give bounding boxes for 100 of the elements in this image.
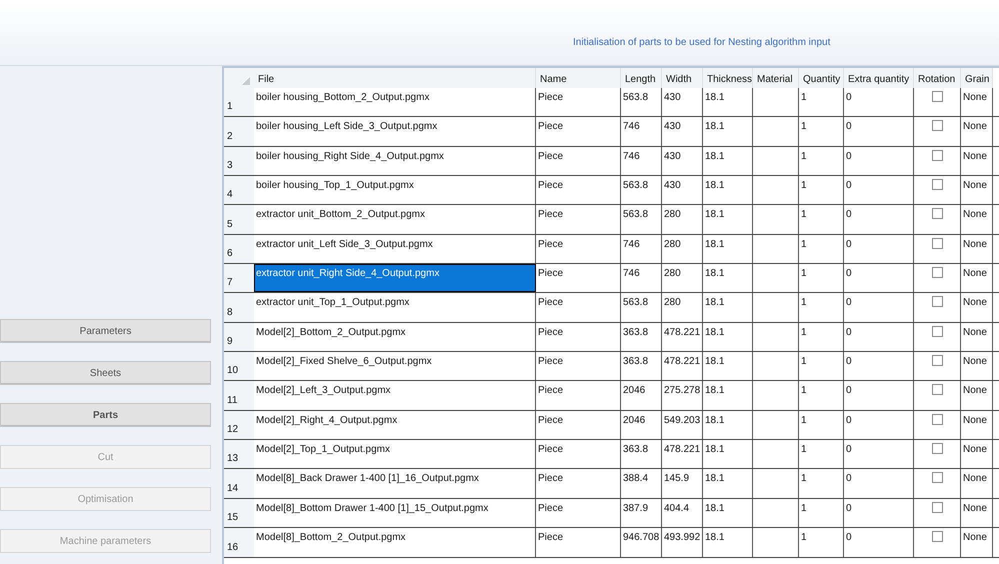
nav-button[interactable]: Sheets bbox=[0, 361, 211, 385]
table-cell: 1 bbox=[799, 498, 844, 528]
table-cell: 18.1 bbox=[703, 176, 753, 204]
table-cell: 280 bbox=[662, 234, 703, 264]
checkbox[interactable] bbox=[932, 267, 942, 278]
table-cell: 1 bbox=[799, 88, 844, 116]
table-cell: None bbox=[961, 322, 993, 352]
checkbox[interactable] bbox=[932, 326, 942, 337]
checkbox[interactable] bbox=[932, 355, 942, 366]
table-cell: boiler housing_Right Side_4_Output.pgmx bbox=[254, 146, 536, 176]
checkbox[interactable] bbox=[932, 384, 942, 396]
checkbox[interactable] bbox=[932, 502, 942, 513]
table-cell: None bbox=[961, 146, 993, 176]
row-number: 14 bbox=[227, 482, 238, 496]
table-cell: Model[2]_Top_1_Output.pgmx bbox=[254, 440, 536, 468]
checkbox[interactable] bbox=[932, 179, 942, 190]
table-cell: 0 bbox=[844, 498, 914, 528]
row-number: 13 bbox=[227, 452, 238, 466]
table-cell: boiler housing_Left Side_3_Output.pgmx bbox=[254, 117, 536, 146]
table-cell: extractor unit_Top_1_Output.pgmx bbox=[254, 293, 536, 322]
table-cell: 275.278 bbox=[662, 381, 703, 410]
table-cell: 563.8 bbox=[621, 293, 662, 322]
table-cell: 18.1 bbox=[703, 381, 753, 410]
row-number: 9 bbox=[227, 335, 233, 350]
column-header[interactable]: Extra quantity bbox=[844, 68, 914, 88]
table-cell: 2046 bbox=[621, 410, 662, 440]
table-cell: Piece bbox=[536, 498, 621, 528]
row-number: 3 bbox=[227, 159, 233, 174]
table-cell: Piece bbox=[536, 352, 621, 380]
table-cell: 1 bbox=[799, 528, 844, 556]
table-cell: 746 bbox=[621, 117, 662, 146]
column-header[interactable]: Name bbox=[536, 68, 621, 88]
checkbox[interactable] bbox=[932, 120, 942, 132]
table-cell: 1 bbox=[799, 469, 844, 498]
row-number: 6 bbox=[227, 247, 233, 262]
table-cell: 946.708 bbox=[621, 528, 662, 556]
table-cell: None bbox=[961, 528, 993, 556]
table-cell: Piece bbox=[536, 322, 621, 352]
column-header[interactable]: Quantity bbox=[799, 68, 844, 88]
table-cell: boiler housing_Bottom_2_Output.pgmx bbox=[254, 88, 536, 116]
table-cell: 18.1 bbox=[703, 88, 753, 116]
table-cell: 478.221 bbox=[662, 322, 703, 352]
table-cell: 1 bbox=[799, 176, 844, 204]
table-cell: Model[2]_Fixed Shelve_6_Output.pgmx bbox=[254, 352, 536, 380]
table-cell: 0 bbox=[844, 88, 914, 116]
checkbox[interactable] bbox=[932, 472, 942, 484]
table-cell: 1 bbox=[799, 440, 844, 468]
column-header[interactable]: Thickness bbox=[703, 68, 753, 88]
checkbox[interactable] bbox=[932, 238, 942, 249]
table-cell: Piece bbox=[536, 440, 621, 468]
table-cell: 1 bbox=[799, 264, 844, 292]
table-cell: Model[2]_Right_4_Output.pgmx bbox=[254, 410, 536, 440]
checkbox[interactable] bbox=[932, 150, 942, 161]
nav-button[interactable]: Parts bbox=[0, 403, 211, 427]
checkbox[interactable] bbox=[932, 296, 942, 308]
column-header[interactable]: Rotation bbox=[914, 68, 961, 88]
table-cell: None bbox=[961, 264, 993, 292]
table-cell: 280 bbox=[662, 205, 703, 234]
table-cell: 18.1 bbox=[703, 293, 753, 322]
table-cell: Piece bbox=[536, 117, 621, 146]
checkbox[interactable] bbox=[932, 91, 942, 102]
table-cell: 0 bbox=[844, 176, 914, 204]
table-cell: 280 bbox=[662, 264, 703, 292]
table-cell: None bbox=[961, 293, 993, 322]
table-cell: 18.1 bbox=[703, 117, 753, 146]
table-cell: 430 bbox=[662, 176, 703, 204]
checkbox[interactable] bbox=[932, 531, 942, 542]
table-cell: 478.221 bbox=[662, 440, 703, 468]
column-header[interactable]: Material bbox=[753, 68, 799, 88]
table-cell: Piece bbox=[536, 146, 621, 176]
table-cell: 0 bbox=[844, 205, 914, 234]
table-cell: Model[8]_Back Drawer 1-400 [1]_16_Output.pgmx bbox=[254, 469, 536, 498]
column-header[interactable]: File bbox=[254, 68, 536, 88]
table-cell: 493.992 bbox=[662, 528, 703, 556]
nav-button[interactable]: Parameters bbox=[0, 319, 211, 343]
table-cell: Piece bbox=[536, 528, 621, 556]
table-cell: 2046 bbox=[621, 381, 662, 410]
table-cell: None bbox=[961, 469, 993, 498]
checkbox[interactable] bbox=[932, 414, 942, 425]
table-cell: 563.8 bbox=[621, 176, 662, 204]
column-header[interactable]: Grain bbox=[961, 68, 993, 88]
table-cell: 746 bbox=[621, 234, 662, 264]
table-cell: Piece bbox=[536, 176, 621, 204]
column-header[interactable]: Length bbox=[621, 68, 662, 88]
row-number: 16 bbox=[227, 540, 238, 554]
table-cell: 18.1 bbox=[703, 234, 753, 264]
column-header[interactable]: Width bbox=[662, 68, 703, 88]
table-cell: 280 bbox=[662, 293, 703, 322]
table-cell: 18.1 bbox=[703, 322, 753, 352]
table-cell: None bbox=[961, 352, 993, 380]
row-number: 1 bbox=[227, 100, 233, 114]
row-number: 12 bbox=[227, 423, 238, 438]
table-cell: 430 bbox=[662, 88, 703, 116]
row-number: 11 bbox=[227, 394, 238, 408]
table-cell: Piece bbox=[536, 293, 621, 322]
checkbox[interactable] bbox=[932, 443, 942, 454]
table-cell: 430 bbox=[662, 146, 703, 176]
checkbox[interactable] bbox=[932, 208, 942, 220]
table-cell: Piece bbox=[536, 234, 621, 264]
table-cell: 1 bbox=[799, 146, 844, 176]
